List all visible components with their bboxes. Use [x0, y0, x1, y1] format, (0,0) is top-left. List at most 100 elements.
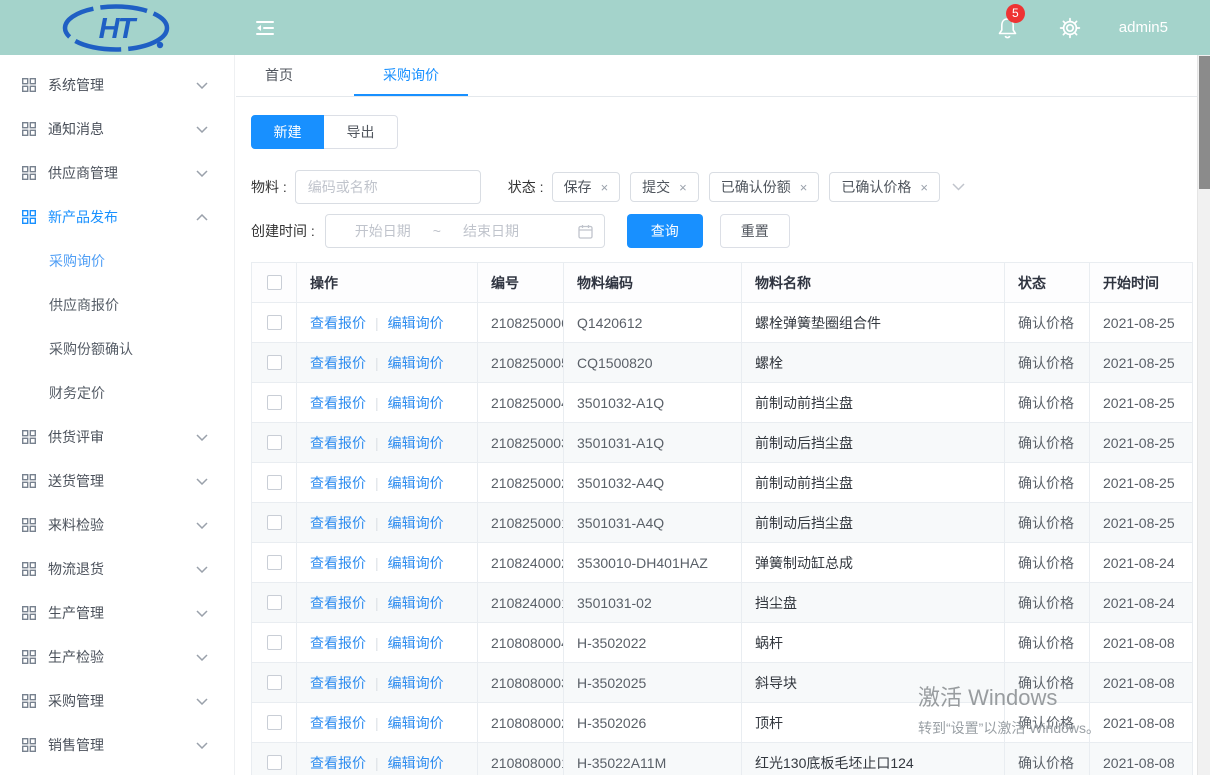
- edit-inquiry-link[interactable]: 编辑询价: [388, 515, 444, 531]
- topbar-actions: 5 admin5: [997, 16, 1210, 40]
- row-checkbox[interactable]: [267, 715, 282, 730]
- edit-inquiry-link[interactable]: 编辑询价: [388, 315, 444, 331]
- row-checkbox[interactable]: [267, 355, 282, 370]
- row-checkbox[interactable]: [267, 675, 282, 690]
- tab-purchase-inquiry[interactable]: 采购询价: [354, 55, 468, 96]
- status-multiselect[interactable]: 保存 × 提交 × 已确认份额 × 已确认价格 ×: [552, 172, 950, 202]
- view-quote-link[interactable]: 查看报价: [310, 675, 366, 691]
- view-quote-link[interactable]: 查看报价: [310, 315, 366, 331]
- view-quote-link[interactable]: 查看报价: [310, 515, 366, 531]
- view-quote-link[interactable]: 查看报价: [310, 475, 366, 491]
- edit-inquiry-link[interactable]: 编辑询价: [388, 435, 444, 451]
- reset-button[interactable]: 重置: [720, 214, 790, 248]
- table-row: 查看报价|编辑询价 2108080004 H-3502022 蜗杆 确认价格 2…: [252, 623, 1193, 663]
- sidebar-item-production-inspection[interactable]: 生产检验: [0, 635, 234, 679]
- status-label: 状态 :: [508, 177, 544, 197]
- row-checkbox[interactable]: [267, 755, 282, 770]
- material-input[interactable]: 编码或名称: [295, 170, 481, 204]
- sidebar-item-purchase-management[interactable]: 采购管理: [0, 679, 234, 723]
- view-quote-link[interactable]: 查看报价: [310, 395, 366, 411]
- view-quote-link[interactable]: 查看报价: [310, 355, 366, 371]
- select-chevron-down-icon[interactable]: [952, 183, 965, 191]
- sidebar-item-sales-management[interactable]: 销售管理: [0, 723, 234, 767]
- sidebar-item-new-product-release[interactable]: 新产品发布: [0, 195, 234, 239]
- edit-inquiry-link[interactable]: 编辑询价: [388, 595, 444, 611]
- row-checkbox[interactable]: [267, 515, 282, 530]
- edit-inquiry-link[interactable]: 编辑询价: [388, 675, 444, 691]
- scrollbar-thumb[interactable]: [1199, 56, 1210, 189]
- sidebar-item-supplier-management[interactable]: 供应商管理: [0, 151, 234, 195]
- sidebar-item-supply-review[interactable]: 供货评审: [0, 415, 234, 459]
- user-menu[interactable]: admin5: [1119, 19, 1168, 36]
- sidebar-subitem-purchase-inquiry[interactable]: 采购询价: [0, 239, 234, 283]
- export-button[interactable]: 导出: [324, 115, 398, 149]
- edit-inquiry-link[interactable]: 编辑询价: [388, 395, 444, 411]
- status-tag: 保存 ×: [552, 172, 621, 202]
- chevron-down-icon: [196, 698, 208, 705]
- view-quote-link[interactable]: 查看报价: [310, 555, 366, 571]
- toolbar: 新建 导出: [251, 115, 1195, 149]
- notification-bell-icon[interactable]: 5: [997, 16, 1019, 40]
- edit-inquiry-link[interactable]: 编辑询价: [388, 475, 444, 491]
- view-quote-link[interactable]: 查看报价: [310, 715, 366, 731]
- row-checkbox[interactable]: [267, 315, 282, 330]
- view-quote-link[interactable]: 查看报价: [310, 435, 366, 451]
- action-divider: |: [375, 475, 379, 491]
- grid-menu-icon: [22, 474, 36, 488]
- tag-close-icon[interactable]: ×: [920, 180, 928, 195]
- tag-close-icon[interactable]: ×: [679, 180, 687, 195]
- vertical-scrollbar[interactable]: [1197, 55, 1210, 775]
- sidebar-item-system-management[interactable]: 系统管理: [0, 63, 234, 107]
- row-checkbox[interactable]: [267, 555, 282, 570]
- logo-text: HT: [98, 13, 137, 45]
- edit-inquiry-link[interactable]: 编辑询价: [388, 755, 444, 771]
- row-checkbox[interactable]: [267, 435, 282, 450]
- select-all-checkbox[interactable]: [267, 275, 282, 290]
- status-value: 确认价格: [1005, 503, 1090, 543]
- date-range-picker[interactable]: 开始日期 ~ 结束日期: [325, 214, 605, 248]
- settings-gear-icon[interactable]: [1059, 17, 1081, 39]
- sidebar-item-delivery-management[interactable]: 送货管理: [0, 459, 234, 503]
- date-separator: ~: [433, 223, 441, 239]
- inquiry-number: 2108240002: [478, 543, 564, 583]
- table-header-row: 操作 编号 物料编码 物料名称 状态 开始时间: [252, 263, 1193, 303]
- status-value: 确认价格: [1005, 583, 1090, 623]
- new-button[interactable]: 新建: [251, 115, 324, 149]
- tag-close-icon[interactable]: ×: [800, 180, 808, 195]
- main-area: 首页 采购询价 新建 导出 物料 : 编码或名称 状态 : 保存 × 提交 × …: [236, 55, 1210, 775]
- edit-inquiry-link[interactable]: 编辑询价: [388, 555, 444, 571]
- edit-inquiry-link[interactable]: 编辑询价: [388, 355, 444, 371]
- tag-close-icon[interactable]: ×: [601, 180, 609, 195]
- sidebar-item-production-management[interactable]: 生产管理: [0, 591, 234, 635]
- sidebar-item-label: 物流退货: [48, 559, 104, 579]
- view-quote-link[interactable]: 查看报价: [310, 595, 366, 611]
- edit-inquiry-link[interactable]: 编辑询价: [388, 635, 444, 651]
- material-name: 前制动前挡尘盘: [742, 463, 1005, 503]
- edit-inquiry-link[interactable]: 编辑询价: [388, 715, 444, 731]
- inquiry-number: 2108250003: [478, 423, 564, 463]
- status-value: 确认价格: [1005, 743, 1090, 775]
- view-quote-link[interactable]: 查看报价: [310, 635, 366, 651]
- row-checkbox[interactable]: [267, 635, 282, 650]
- sidebar-subitem-supplier-quotation[interactable]: 供应商报价: [0, 283, 234, 327]
- row-checkbox[interactable]: [267, 595, 282, 610]
- material-name: 螺栓: [742, 343, 1005, 383]
- grid-menu-icon: [22, 694, 36, 708]
- view-quote-link[interactable]: 查看报价: [310, 755, 366, 771]
- tab-home[interactable]: 首页: [258, 55, 300, 96]
- query-button[interactable]: 查询: [627, 214, 703, 248]
- sidebar-subitem-purchase-share-confirm[interactable]: 采购份额确认: [0, 327, 234, 371]
- start-date: 2021-08-25: [1090, 383, 1193, 423]
- row-checkbox[interactable]: [267, 475, 282, 490]
- sidebar-subitem-finance-pricing[interactable]: 财务定价: [0, 371, 234, 415]
- sidebar-item-logistics-return[interactable]: 物流退货: [0, 547, 234, 591]
- sidebar-item-notification-message[interactable]: 通知消息: [0, 107, 234, 151]
- row-checkbox[interactable]: [267, 395, 282, 410]
- menu-fold-icon[interactable]: [252, 15, 278, 41]
- table-row: 查看报价|编辑询价 2108080001 H-35022A11M 红光130底板…: [252, 743, 1193, 775]
- table-row: 查看报价|编辑询价 2108250005 CQ1500820 螺栓 确认价格 2…: [252, 343, 1193, 383]
- col-header-material-name: 物料名称: [742, 263, 1005, 303]
- status-value: 确认价格: [1005, 543, 1090, 583]
- sidebar-item-incoming-inspection[interactable]: 来料检验: [0, 503, 234, 547]
- material-name: 顶杆: [742, 703, 1005, 743]
